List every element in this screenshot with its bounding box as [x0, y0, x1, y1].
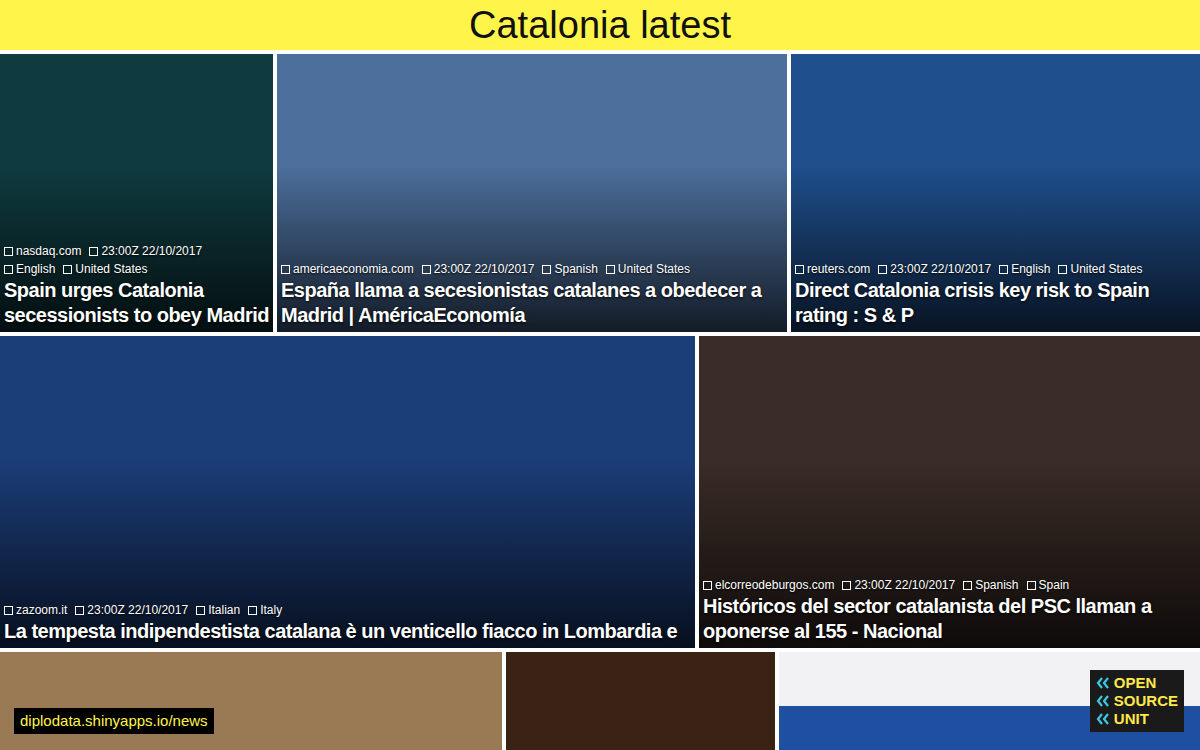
tile-title[interactable]: Históricos del sector catalanista del PS… [703, 594, 1196, 644]
meta-box-icon [1027, 581, 1036, 590]
page-title: Catalonia latest [469, 6, 731, 44]
meta-box-icon [542, 265, 551, 274]
tile-meta: zazoom.it 23:00Z 22/10/2017 Italian Italy [4, 601, 691, 619]
chevrons-icon [1096, 713, 1110, 725]
meta-box-icon [999, 265, 1008, 274]
meta-box-icon [75, 606, 84, 615]
meta-item: Spanish [542, 260, 597, 278]
tile-title[interactable]: La tempesta indipendestista catalana è u… [4, 619, 691, 644]
meta-item: United States [63, 260, 147, 278]
tile-row: zazoom.it 23:00Z 22/10/2017 Italian ItalyLa… [0, 336, 1200, 648]
open-source-unit-logo[interactable]: OPENSOURCEUNIT [1090, 670, 1184, 732]
watermark[interactable]: diplodata.shinyapps.io/news [14, 708, 214, 735]
meta-box-icon [4, 247, 13, 256]
chevrons-icon [1096, 695, 1110, 707]
meta-item: Spanish [963, 576, 1018, 594]
logo-line: OPEN [1096, 674, 1178, 692]
meta-box-icon [248, 606, 257, 615]
news-tile[interactable]: zazoom.it 23:00Z 22/10/2017 Italian ItalyLa… [0, 336, 695, 648]
meta-box-icon [4, 265, 13, 274]
tile-title[interactable]: Direct Catalonia crisis key risk to Spai… [795, 278, 1196, 328]
meta-box-icon [1058, 265, 1067, 274]
news-tile[interactable] [0, 652, 502, 750]
meta-item: English [999, 260, 1050, 278]
page: Catalonia latest nasdaq.com 23:00Z 22/10/2… [0, 0, 1200, 750]
logo-line: SOURCE [1096, 692, 1178, 710]
tile-meta: nasdaq.com 23:00Z 22/10/2017 English United… [4, 242, 269, 278]
chevrons-icon [1096, 677, 1110, 689]
meta-box-icon [795, 265, 804, 274]
meta-item: elcorreodeburgos.com [703, 576, 834, 594]
meta-item: United States [1058, 260, 1142, 278]
meta-box-icon [703, 581, 712, 590]
meta-box-icon [422, 265, 431, 274]
tile-meta: reuters.com 23:00Z 22/10/2017 English Unite… [795, 260, 1196, 278]
meta-box-icon [281, 265, 290, 274]
meta-item: 23:00Z 22/10/2017 [422, 260, 535, 278]
meta-box-icon [842, 581, 851, 590]
meta-item: nasdaq.com [4, 242, 81, 260]
meta-box-icon [63, 265, 72, 274]
news-tile[interactable]: reuters.com 23:00Z 22/10/2017 English Unite… [791, 54, 1200, 332]
news-tile[interactable] [506, 652, 775, 750]
tile-row [0, 652, 1200, 750]
header: Catalonia latest [0, 0, 1200, 50]
meta-box-icon [89, 247, 98, 256]
meta-box-icon [4, 606, 13, 615]
meta-item: English [4, 260, 55, 278]
news-tile[interactable]: nasdaq.com 23:00Z 22/10/2017 English United… [0, 54, 273, 332]
news-tile[interactable]: americaeconomia.com 23:00Z 22/10/2017 Span… [277, 54, 787, 332]
meta-box-icon [963, 581, 972, 590]
meta-box-icon [196, 606, 205, 615]
tile-meta: americaeconomia.com 23:00Z 22/10/2017 Span… [281, 260, 783, 278]
meta-item: Italian [196, 601, 240, 619]
meta-item: zazoom.it [4, 601, 67, 619]
meta-item: Italy [248, 601, 282, 619]
meta-box-icon [606, 265, 615, 274]
tile-row: nasdaq.com 23:00Z 22/10/2017 English United… [0, 54, 1200, 332]
tile-title[interactable]: Spain urges Catalonia secessionists to o… [4, 278, 269, 328]
meta-box-icon [878, 265, 887, 274]
meta-item: United States [606, 260, 690, 278]
meta-item: 23:00Z 22/10/2017 [89, 242, 202, 260]
meta-item: americaeconomia.com [281, 260, 414, 278]
meta-item: 23:00Z 22/10/2017 [878, 260, 991, 278]
news-tile[interactable]: elcorreodeburgos.com 23:00Z 22/10/2017 Spa… [699, 336, 1200, 648]
logo-line: UNIT [1096, 710, 1178, 728]
tile-meta: elcorreodeburgos.com 23:00Z 22/10/2017 Spa… [703, 576, 1196, 594]
tile-title[interactable]: España llama a secesionistas catalanes a… [281, 278, 783, 328]
meta-item: 23:00Z 22/10/2017 [842, 576, 955, 594]
meta-item: Spain [1027, 576, 1070, 594]
meta-item: reuters.com [795, 260, 870, 278]
meta-item: 23:00Z 22/10/2017 [75, 601, 188, 619]
